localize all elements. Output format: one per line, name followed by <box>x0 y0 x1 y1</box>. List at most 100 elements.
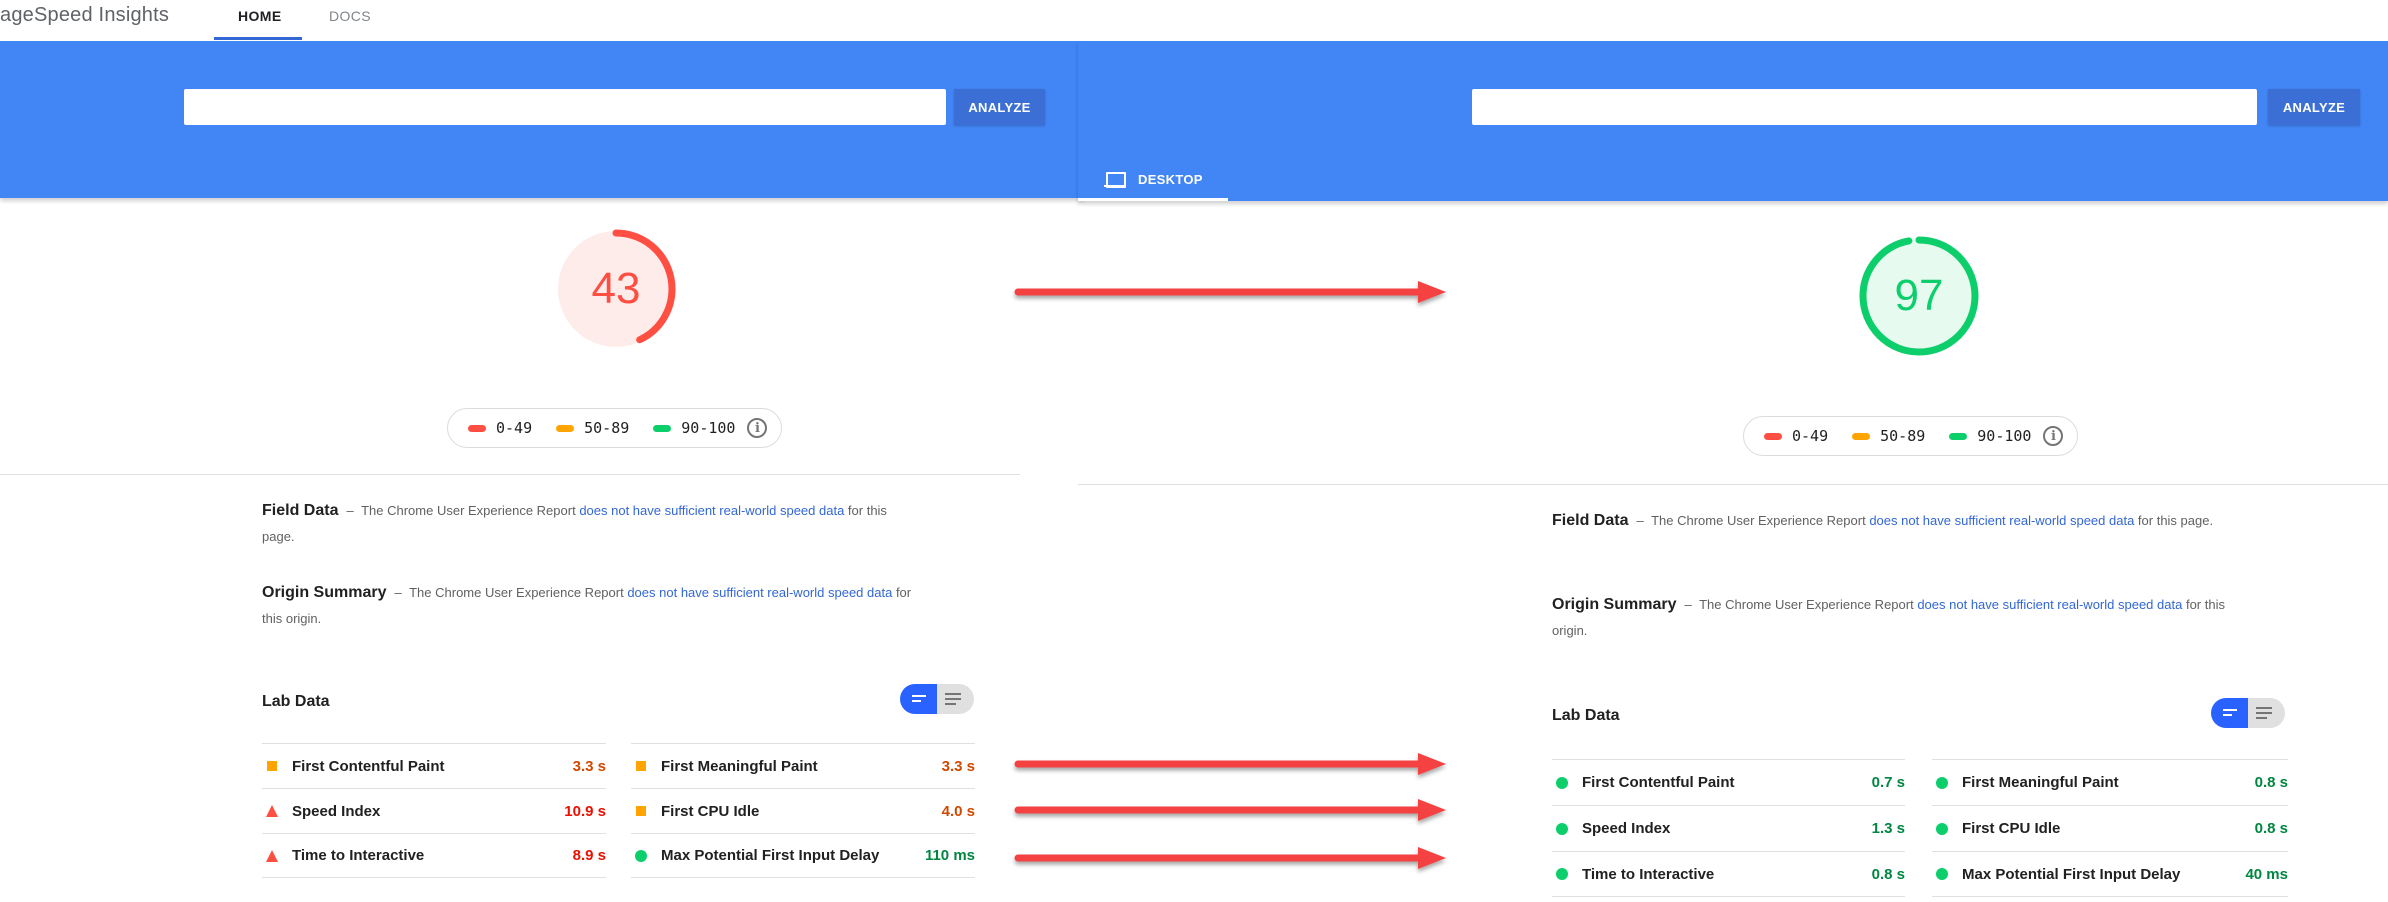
average-square-icon <box>636 806 646 816</box>
field-data-text-after: for this page. <box>2137 513 2214 528</box>
legend-swatch-fail <box>1764 432 1782 440</box>
info-icon[interactable]: i <box>2043 426 2064 446</box>
legend-item-pass: 90-100 <box>1949 427 2031 445</box>
laptop-icon <box>1104 171 1126 188</box>
annotation-arrow-score <box>1014 280 1450 304</box>
metric-label: First Contentful Paint <box>292 757 445 775</box>
legend-item-fail: 0-49 <box>1764 427 1828 445</box>
active-device-indicator <box>1078 198 1228 201</box>
pass-circle-icon <box>1556 868 1568 880</box>
score-gauge-after: 97 <box>1856 233 1982 359</box>
origin-summary-link-cont[interactable]: data <box>2157 597 2182 612</box>
origin-summary-section-before: Origin Summary – The Chrome User Experien… <box>262 580 922 632</box>
field-data-section-after: Field Data – The Chrome User Experience R… <box>1552 508 2232 534</box>
annotation-arrow-row-1 <box>1014 752 1450 776</box>
app-title: ageSpeed Insights <box>0 4 170 26</box>
legend-swatch-average <box>1852 432 1871 440</box>
metric-label: Speed Index <box>1582 820 1671 837</box>
metrics-column-left-before: First Contentful Paint 3.3 s Speed Index 10… <box>262 743 606 878</box>
arrow-icon <box>1014 753 1446 775</box>
origin-summary-link[interactable]: does not have sufficient real-world spee… <box>627 585 892 600</box>
metrics-column-left-after: First Contentful Paint 0.7 s Speed Index 1.… <box>1552 759 1905 897</box>
legend-swatch-average <box>556 424 575 432</box>
field-data-link[interactable]: does not have sufficient real-world spee… <box>579 503 844 518</box>
legend-item-fail: 0-49 <box>468 419 532 437</box>
section-divider-after <box>1078 484 2388 485</box>
legend-label: 0-49 <box>1792 427 1829 445</box>
metric-row: First CPU Idle 0.8 s <box>1932 805 2288 851</box>
legend-swatch-fail <box>468 424 486 432</box>
field-data-text: The Chrome User Experience Report <box>1651 513 1866 528</box>
metric-row: Max Potential First Input Delay 40 ms <box>1932 851 2288 897</box>
compact-view-icon[interactable] <box>2211 698 2248 728</box>
metric-row: First Meaningful Paint 3.3 s <box>631 743 975 788</box>
legend-label: 90-100 <box>1977 427 2032 445</box>
info-icon[interactable]: i <box>747 418 768 438</box>
fail-triangle-icon <box>266 849 278 862</box>
field-data-heading: Field Data <box>1552 512 1629 529</box>
view-toggle-after[interactable] <box>2211 698 2285 728</box>
pass-circle-icon <box>1556 776 1568 789</box>
metric-value: 0.8 s <box>2254 774 2288 791</box>
metrics-column-right-before: First Meaningful Paint 3.3 s First CPU Idl… <box>631 743 975 878</box>
metric-label: Time to Interactive <box>1582 865 1715 883</box>
origin-summary-text: The Chrome User Experience Report <box>409 585 624 600</box>
metric-row: First Meaningful Paint 0.8 s <box>1932 759 2288 805</box>
origin-summary-link[interactable]: does not have sufficient real-world spee… <box>1917 597 2153 612</box>
lab-data-heading-before: Lab Data <box>262 693 330 710</box>
legend-item-average: 50-89 <box>1852 427 1925 445</box>
legend-swatch-pass <box>653 424 672 432</box>
origin-summary-heading: Origin Summary <box>1552 596 1677 613</box>
metric-row: Time to Interactive 8.9 s <box>262 833 606 878</box>
metric-label: First Contentful Paint <box>1582 774 1735 791</box>
legend-label: 50-89 <box>1880 427 1926 445</box>
metric-value: 8.9 s <box>572 847 606 864</box>
dash: – <box>1636 513 1644 528</box>
performance-score-after: 97 <box>1894 271 1944 320</box>
legend-label: 50-89 <box>584 419 630 437</box>
origin-summary-section-after: Origin Summary – The Chrome User Experien… <box>1552 592 2232 644</box>
metric-value: 0.8 s <box>2254 820 2288 837</box>
tab-desktop-label: DESKTOP <box>1138 172 1203 187</box>
metric-value: 3.3 s <box>572 757 606 775</box>
field-data-link[interactable]: does not have sufficient real-world spee… <box>1869 513 2134 528</box>
active-tab-indicator <box>214 37 302 40</box>
compact-view-icon[interactable] <box>900 684 937 714</box>
performance-score-before: 43 <box>591 264 641 313</box>
metric-label: Max Potential First Input Delay <box>1962 865 2181 883</box>
view-toggle-before[interactable] <box>900 684 974 714</box>
field-data-heading: Field Data <box>262 502 339 519</box>
metric-value: 0.7 s <box>1871 774 1905 791</box>
metric-value: 1.3 s <box>1871 820 1905 837</box>
pass-circle-icon <box>1936 822 1948 835</box>
pass-circle-icon <box>1936 868 1948 880</box>
origin-summary-text: The Chrome User Experience Report <box>1699 597 1914 612</box>
metric-label: Speed Index <box>292 802 381 820</box>
expanded-view-icon[interactable] <box>2248 698 2285 728</box>
pass-circle-icon <box>1556 822 1568 835</box>
section-divider-before <box>0 474 1020 475</box>
metric-label: Time to Interactive <box>292 847 425 864</box>
metric-row: First Contentful Paint 3.3 s <box>262 743 606 788</box>
tab-docs[interactable]: DOCS <box>329 8 371 24</box>
expanded-view-icon[interactable] <box>937 684 974 714</box>
url-input-after[interactable] <box>1472 89 2257 125</box>
legend-item-pass: 90-100 <box>653 419 735 437</box>
legend-label: 0-49 <box>496 419 533 437</box>
analyze-button-after[interactable]: ANALYZE <box>2268 89 2360 125</box>
tab-home[interactable]: HOME <box>238 8 282 24</box>
legend-item-average: 50-89 <box>556 419 629 437</box>
tab-desktop[interactable]: DESKTOP <box>1078 158 1228 201</box>
url-input-before[interactable] <box>184 89 946 125</box>
arrow-icon <box>1014 847 1446 869</box>
legend-label: 90-100 <box>681 419 736 437</box>
metric-label: First Meaningful Paint <box>661 757 818 775</box>
score-legend-before: 0-49 50-89 90-100 i <box>447 408 783 448</box>
analyze-button-before[interactable]: ANALYZE <box>954 89 1045 125</box>
annotation-arrow-row-2 <box>1014 798 1450 822</box>
metric-label: Max Potential First Input Delay <box>661 847 880 864</box>
dash: – <box>1684 597 1692 612</box>
metric-value: 0.8 s <box>1871 865 1905 883</box>
dash: – <box>346 503 354 518</box>
fail-triangle-icon <box>266 805 278 817</box>
